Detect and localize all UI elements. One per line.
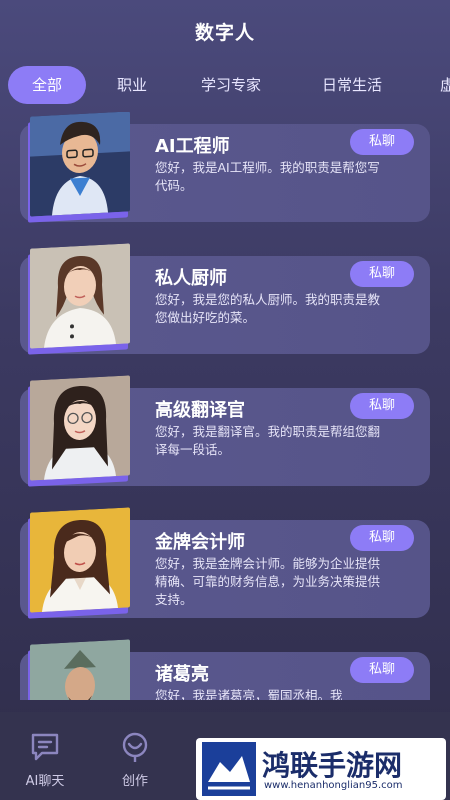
card-title: AI工程师 — [155, 136, 230, 157]
create-icon — [122, 732, 148, 762]
watermark-url: www.henanhonglian95.com — [264, 780, 403, 791]
card-title: 高级翻译官 — [155, 400, 245, 421]
chat-icon — [31, 733, 59, 761]
private-chat-button[interactable]: 私聊 — [350, 657, 414, 683]
nav-ai-chat[interactable]: AI聊天 — [0, 712, 90, 800]
card-title: 诸葛亮 — [155, 664, 209, 685]
avatar-ai-engineer — [30, 112, 130, 217]
watermark-logo-icon — [202, 742, 256, 796]
avatar-gold-accountant — [30, 507, 130, 613]
nav-label: AI聊天 — [25, 774, 65, 789]
watermark-banner: 鸿联手游网 www.henanhonglian95.com — [196, 738, 446, 800]
card-description: 您好，我是金牌会计师。能够为企业提供精确、可靠的财务信息，为业务决策提供支持。 — [155, 556, 381, 607]
card-description: 您好，我是AI工程师。我的职责是帮您写代码。 — [155, 160, 380, 193]
page-title: 数字人 — [194, 22, 255, 44]
private-chat-button[interactable]: 私聊 — [350, 261, 414, 287]
digital-human-list: AI工程师 您好，我是AI工程师。我的职责是帮您写代码。 私聊 私人厨师 您好，… — [0, 112, 450, 700]
tab-virtual[interactable]: 虚 — [440, 66, 450, 104]
avatar-private-chef — [30, 243, 130, 349]
tab-profession[interactable]: 职业 — [117, 66, 147, 104]
tab-study-expert[interactable]: 学习专家 — [201, 66, 261, 104]
card-title: 金牌会计师 — [155, 532, 245, 553]
watermark-name: 鸿联手游网 — [262, 749, 403, 782]
private-chat-button[interactable]: 私聊 — [350, 525, 414, 551]
tab-all[interactable]: 全部 — [8, 66, 87, 104]
card-description: 您好，我是翻译官。我的职责是帮组您翻译每一段话。 — [155, 424, 381, 457]
card-description: 您好，我是诸葛亮，蜀国丞相。我 — [155, 688, 343, 700]
card-title: 私人厨师 — [155, 268, 227, 289]
tab-daily-life[interactable]: 日常生活 — [322, 66, 382, 104]
category-tabs: 全部 职业 学习专家 日常生活 虚 — [0, 66, 450, 106]
avatar-senior-translator — [30, 375, 130, 481]
avatar-zhuge-liang — [30, 639, 130, 700]
nav-create[interactable]: 创作 — [90, 712, 180, 800]
private-chat-button[interactable]: 私聊 — [350, 129, 414, 155]
private-chat-button[interactable]: 私聊 — [350, 393, 414, 419]
card-description: 您好，我是您的私人厨师。我的职责是教您做出好吃的菜。 — [155, 292, 381, 325]
nav-label: 创作 — [121, 774, 148, 789]
